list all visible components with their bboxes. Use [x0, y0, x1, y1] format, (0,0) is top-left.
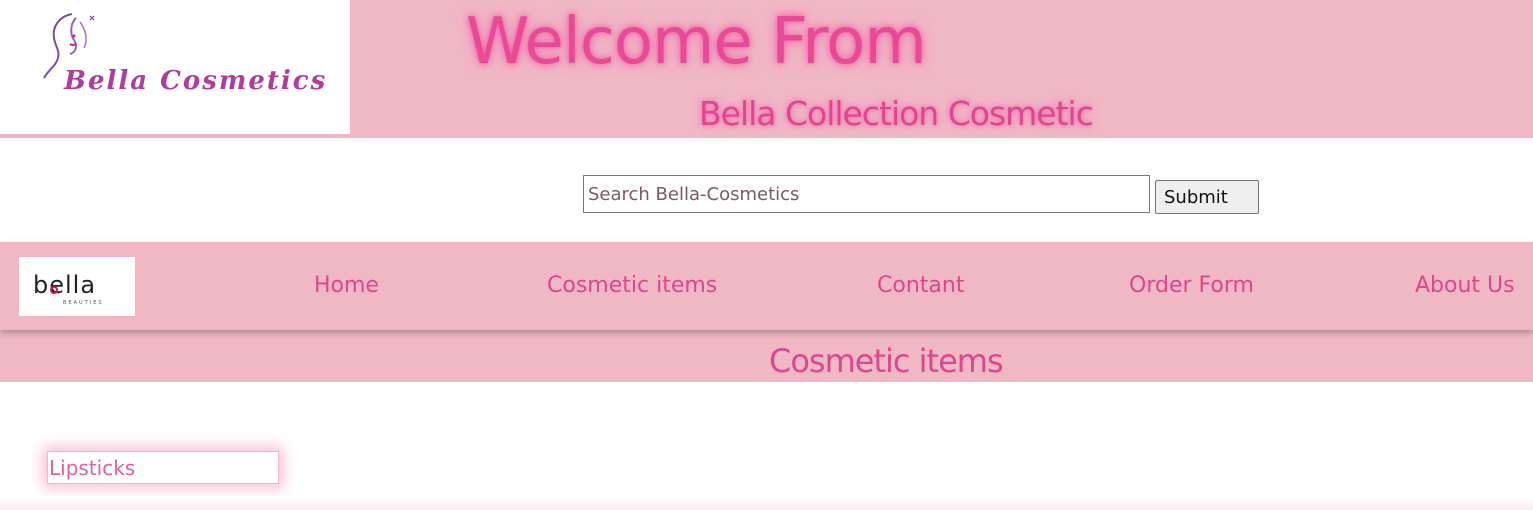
category-lipsticks[interactable]: Lipsticks: [47, 451, 279, 484]
nav-item-about-us[interactable]: About Us: [1415, 271, 1515, 301]
nav-logo[interactable]: bella BEAUTIES: [19, 257, 135, 316]
nav-item-cosmetic-items[interactable]: Cosmetic items: [547, 271, 717, 301]
search-input[interactable]: [583, 175, 1150, 213]
section-title: Cosmetic items: [769, 342, 1004, 380]
logo-text: Bella Cosmetics: [64, 66, 328, 96]
brand-logo[interactable]: Bella Cosmetics: [0, 0, 350, 134]
nav-item-home[interactable]: Home: [314, 271, 379, 301]
product-cards-row-edge: [0, 496, 1533, 510]
submit-button[interactable]: Submit: [1155, 180, 1259, 214]
nav-item-contant[interactable]: Contant: [877, 271, 964, 301]
nav-logo-text: bella: [33, 271, 97, 299]
nav-logo-subtext: BEAUTIES: [63, 300, 104, 306]
logo-dot-icon: [50, 286, 58, 294]
section-header-bar: Cosmetic items: [0, 330, 1533, 382]
site-header: Bella Cosmetics Welcome From Bella Colle…: [0, 0, 1533, 138]
site-subtitle: Bella Collection Cosmetic: [699, 94, 1094, 133]
category-label: Lipsticks: [49, 456, 136, 480]
welcome-heading: Welcome From: [466, 5, 927, 79]
nav-item-order-form[interactable]: Order Form: [1129, 271, 1254, 301]
main-navbar: bella BEAUTIES Home Cosmetic items Conta…: [0, 242, 1533, 330]
